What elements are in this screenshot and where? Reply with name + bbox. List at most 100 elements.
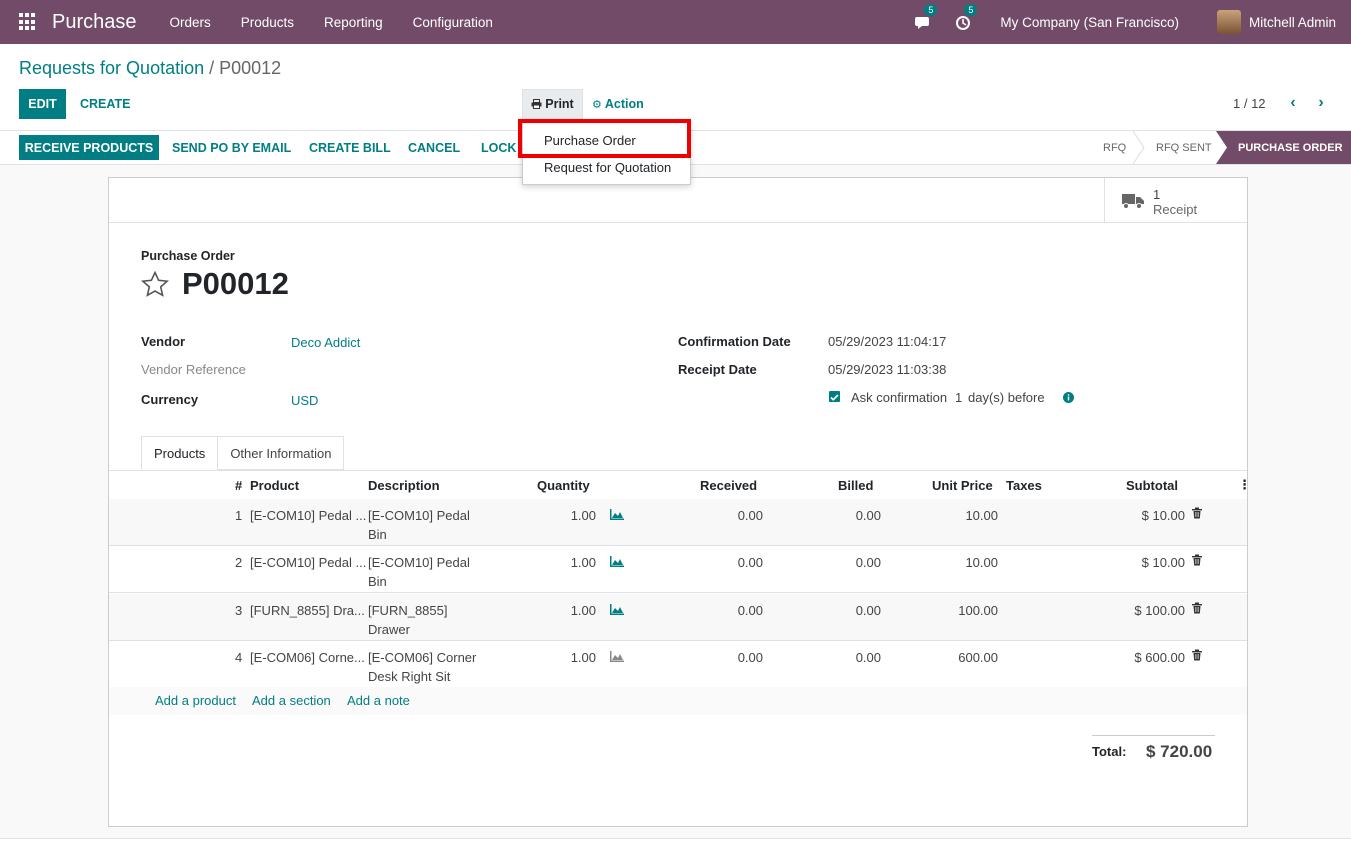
col-unit-price[interactable]: Unit Price [932, 478, 993, 493]
create-bill-button[interactable]: CREATE BILL [309, 135, 391, 160]
delete-line-icon[interactable] [1191, 649, 1203, 661]
line-quantity[interactable]: 1.00 [529, 553, 596, 572]
form-sheet: 1 Receipt Purchase Order P00012 Vendor D… [108, 177, 1251, 827]
info-icon[interactable] [1063, 392, 1074, 403]
send-po-email-button[interactable]: SEND PO BY EMAIL [172, 135, 291, 160]
line-description-2: Bin [368, 527, 387, 542]
add-product-link[interactable]: Add a product [155, 693, 236, 708]
optional-columns-icon[interactable]: ⋮ [1238, 477, 1251, 493]
table-row[interactable]: 4 [E-COM06] Corne... [E-COM06] Corner Desk … [109, 641, 1247, 688]
menu-reporting[interactable]: Reporting [309, 15, 398, 30]
stage-rfq[interactable]: RFQ [1103, 131, 1126, 164]
delete-line-icon[interactable] [1191, 554, 1203, 566]
print-button[interactable]: Print [522, 89, 583, 119]
truck-icon [1122, 194, 1144, 209]
app-name[interactable]: Purchase [52, 11, 137, 34]
total-amount: $ 720.00 [1146, 742, 1213, 761]
create-button[interactable]: CREATE [80, 89, 130, 119]
col-billed[interactable]: Billed [838, 478, 873, 493]
forecast-chart-icon[interactable] [610, 603, 624, 615]
menu-orders[interactable]: Orders [155, 15, 226, 30]
line-description[interactable]: [FURN_8855] Drawer [368, 601, 447, 639]
currency-link[interactable]: USD [291, 393, 318, 408]
col-received[interactable]: Received [700, 478, 757, 493]
tab-other-information[interactable]: Other Information [217, 436, 345, 470]
line-number: 1 [235, 508, 243, 523]
tab-products[interactable]: Products [141, 436, 219, 470]
print-dropdown-menu: Purchase Order Request for Quotation [522, 120, 691, 185]
line-product[interactable]: [E-COM06] Corne... [250, 648, 365, 667]
footer-bar [0, 838, 1351, 865]
forecast-chart-icon[interactable] [610, 508, 624, 520]
line-description[interactable]: [E-COM10] Pedal Bin [368, 553, 470, 591]
col-product[interactable]: Product [250, 478, 299, 493]
user-menu[interactable]: Mitchell Admin [1249, 15, 1336, 30]
add-line-row: Add a product Add a section Add a note [109, 687, 1247, 715]
delete-line-icon[interactable] [1191, 507, 1203, 519]
line-subtotal: $ 100.00 [1134, 603, 1185, 618]
stage-rfq-sent[interactable]: RFQ SENT [1156, 131, 1212, 164]
vendor-link[interactable]: Deco Addict [291, 335, 360, 350]
messages-icon[interactable]: 5 [914, 4, 938, 31]
star-icon[interactable] [141, 271, 169, 297]
line-quantity[interactable]: 1.00 [529, 648, 596, 667]
table-row[interactable]: 1 [E-COM10] Pedal ... [E-COM10] Pedal Bin 1.… [109, 499, 1247, 546]
line-description-1: [E-COM06] Corner [368, 650, 477, 665]
print-purchase-order-item[interactable]: Purchase Order [544, 133, 636, 148]
col-quantity[interactable]: Quantity [537, 478, 590, 493]
line-description[interactable]: [E-COM06] Corner Desk Right Sit [368, 648, 476, 686]
col-number: # [235, 478, 243, 493]
receipt-smart-button[interactable]: 1 Receipt [1104, 178, 1247, 222]
line-description[interactable]: [E-COM10] Pedal Bin [368, 506, 470, 544]
pager-previous-icon[interactable]: ‹ [1286, 93, 1300, 113]
line-product[interactable]: [E-COM10] Pedal ... [250, 506, 366, 525]
line-received: 0.00 [737, 555, 763, 570]
action-button[interactable]: ⚙ Action [592, 89, 644, 119]
apps-menu-icon[interactable] [19, 13, 37, 31]
stage-purchase-order[interactable]: PURCHASE ORDER [1216, 131, 1351, 164]
cancel-button[interactable]: CANCEL [408, 135, 460, 160]
col-taxes[interactable]: Taxes [1006, 478, 1042, 493]
line-quantity[interactable]: 1.00 [529, 601, 596, 620]
table-row[interactable]: 3 [FURN_8855] Dra... [FURN_8855] Drawer 1.00… [109, 594, 1247, 641]
line-number: 3 [235, 603, 243, 618]
line-unit-price[interactable]: 100.00 [929, 601, 998, 620]
line-billed: 0.00 [855, 603, 881, 618]
user-avatar[interactable] [1216, 10, 1241, 34]
ask-confirmation-checkbox[interactable] [829, 391, 840, 402]
line-unit-price[interactable]: 10.00 [929, 553, 998, 572]
action-label: Action [604, 97, 644, 111]
add-section-link[interactable]: Add a section [252, 693, 331, 708]
pager-value[interactable]: 1 / 12 [1233, 96, 1266, 111]
col-description[interactable]: Description [368, 478, 440, 493]
currency-label: Currency [141, 392, 199, 407]
forecast-chart-icon[interactable] [610, 555, 624, 567]
line-description-1: [FURN_8855] [368, 603, 448, 618]
pager-next-icon[interactable]: › [1314, 93, 1328, 113]
line-product[interactable]: [FURN_8855] Dra... [250, 601, 365, 620]
notebook-tabs: Products Other Information [141, 436, 345, 470]
breadcrumb-parent[interactable]: Requests for Quotation [19, 58, 204, 78]
company-switcher[interactable]: My Company (San Francisco) [1000, 15, 1179, 30]
line-unit-price[interactable]: 10.00 [929, 506, 998, 525]
edit-button[interactable]: EDIT [19, 89, 66, 119]
menu-products[interactable]: Products [226, 15, 309, 30]
line-description-2: Desk Right Sit [368, 669, 451, 684]
line-quantity[interactable]: 1.00 [529, 506, 596, 525]
activities-badge: 5 [964, 4, 978, 16]
menu-configuration[interactable]: Configuration [398, 15, 508, 30]
add-note-link[interactable]: Add a note [347, 693, 410, 708]
lock-button[interactable]: LOCK [481, 135, 516, 160]
forecast-chart-icon[interactable] [610, 650, 624, 662]
line-product[interactable]: [E-COM10] Pedal ... [250, 553, 366, 572]
print-rfq-item[interactable]: Request for Quotation [544, 160, 671, 175]
breadcrumb-separator: / [204, 58, 220, 78]
col-subtotal[interactable]: Subtotal [1126, 478, 1178, 493]
delete-line-icon[interactable] [1191, 602, 1203, 614]
table-row[interactable]: 2 [E-COM10] Pedal ... [E-COM10] Pedal Bin 1.… [109, 546, 1247, 593]
activities-icon[interactable]: 5 [954, 4, 978, 31]
ask-confirmation-days[interactable]: 1 [955, 390, 962, 405]
ask-confirmation-label: Ask confirmation [851, 390, 948, 405]
receive-products-button[interactable]: RECEIVE PRODUCTS [19, 135, 159, 160]
line-unit-price[interactable]: 600.00 [929, 648, 998, 667]
